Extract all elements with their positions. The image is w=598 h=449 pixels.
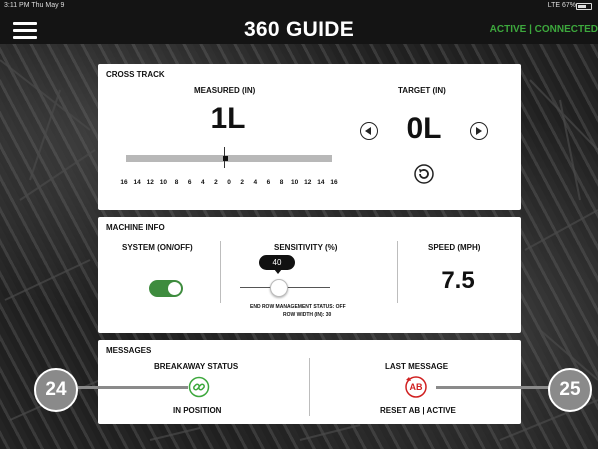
divider [220, 241, 221, 303]
last-message-value: RESET AB | ACTIVE [380, 406, 456, 415]
position-marker [223, 156, 228, 161]
callout-badge-25: 25 [548, 368, 592, 412]
battery-icon [576, 3, 592, 10]
end-row-status: END ROW MANAGEMENT STATUS: OFF [250, 304, 346, 310]
arrow-left-icon [365, 127, 371, 135]
system-toggle[interactable] [149, 280, 183, 297]
measured-value: 1L [210, 102, 246, 135]
callout-line-right [436, 386, 556, 389]
measured-label: MEASURED (IN) [194, 86, 256, 95]
breakaway-label: BREAKAWAY STATUS [154, 362, 239, 371]
top-bar: 3:11 PM Thu May 9 LTE 67% 360 GUIDE ACTI… [0, 0, 598, 44]
last-message-label: LAST MESSAGE [385, 362, 449, 371]
speed-value: 7.5 [441, 267, 475, 294]
cross-track-bar [126, 155, 332, 162]
cross-track-panel: CROSS TRACK MEASURED (IN) 1L 16 14 12 10 8 6 4… [98, 64, 521, 210]
target-decrease-button[interactable] [360, 122, 378, 140]
machine-info-panel: MACHINE INFO SYSTEM (ON/OFF) SENSITIVITY… [98, 217, 521, 333]
panel-title: MESSAGES [106, 346, 152, 355]
speed-label: SPEED (MPH) [428, 243, 481, 252]
status-signal: LTE 67% [547, 2, 576, 9]
row-width: ROW WIDTH (IN): 30 [283, 312, 332, 318]
target-increase-button[interactable] [470, 122, 488, 140]
system-label: SYSTEM (ON/OFF) [122, 243, 193, 252]
connection-status: ACTIVE | CONNECTED [489, 24, 598, 35]
target-value: 0L [406, 112, 442, 145]
callout-badge-24: 24 [34, 368, 78, 412]
sensitivity-label: SENSITIVITY (%) [274, 243, 338, 252]
sensitivity-tooltip: 40 [259, 255, 295, 274]
ab-icon-text: AB [409, 382, 423, 392]
divider [397, 241, 398, 303]
toggle-knob [168, 282, 181, 295]
breakaway-status: IN POSITION [173, 406, 222, 415]
divider [309, 358, 310, 416]
messages-panel: MESSAGES BREAKAWAY STATUS IN POSITION LA… [98, 340, 521, 424]
target-label: TARGET (IN) [398, 86, 446, 95]
status-time: 3:11 PM Thu May 9 [4, 2, 65, 9]
panel-title: MACHINE INFO [106, 223, 165, 232]
sensitivity-slider-handle[interactable] [270, 279, 288, 297]
panel-title: CROSS TRACK [106, 70, 165, 79]
scale-tick-label: 16 [330, 179, 338, 186]
arrow-right-icon [476, 127, 482, 135]
link-icon [188, 376, 210, 398]
reset-target-button[interactable] [414, 164, 434, 184]
callout-line-left [78, 386, 188, 389]
